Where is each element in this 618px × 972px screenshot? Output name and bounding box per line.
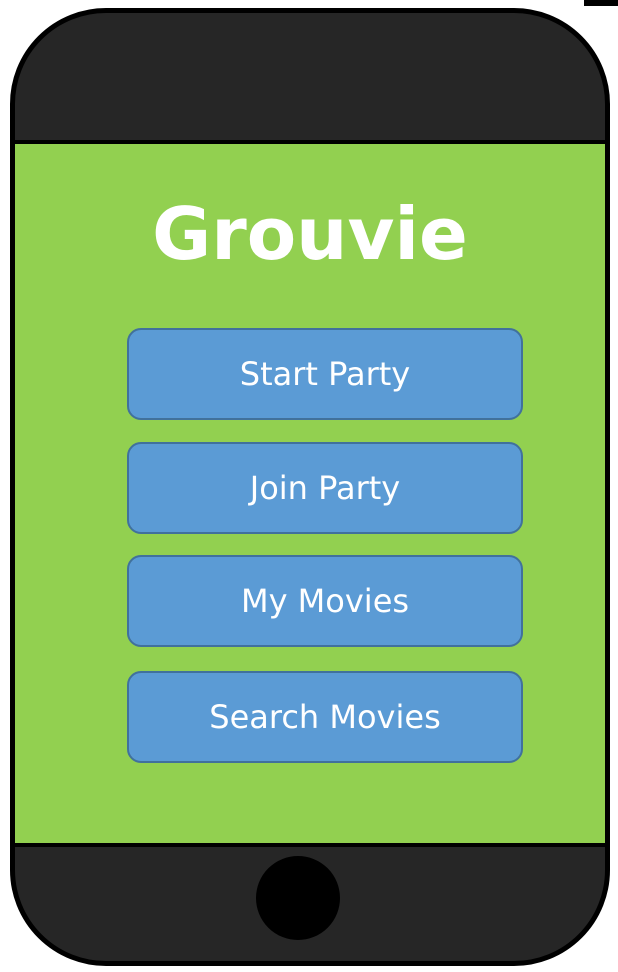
home-button[interactable] [256,856,340,940]
corner-mark [584,0,618,6]
my-movies-button[interactable]: My Movies [127,555,523,647]
search-movies-label: Search Movies [209,698,441,736]
start-party-button[interactable]: Start Party [127,328,523,420]
join-party-button[interactable]: Join Party [127,442,523,534]
my-movies-label: My Movies [240,582,410,620]
phone-frame: Grouvie Start Party Join Party My Movies… [10,8,610,966]
start-party-label: Start Party [239,355,411,393]
join-party-label: Join Party [249,469,401,507]
search-movies-button[interactable]: Search Movies [127,671,523,763]
app-screen: Grouvie Start Party Join Party My Movies… [15,140,605,847]
app-title: Grouvie [152,192,468,276]
